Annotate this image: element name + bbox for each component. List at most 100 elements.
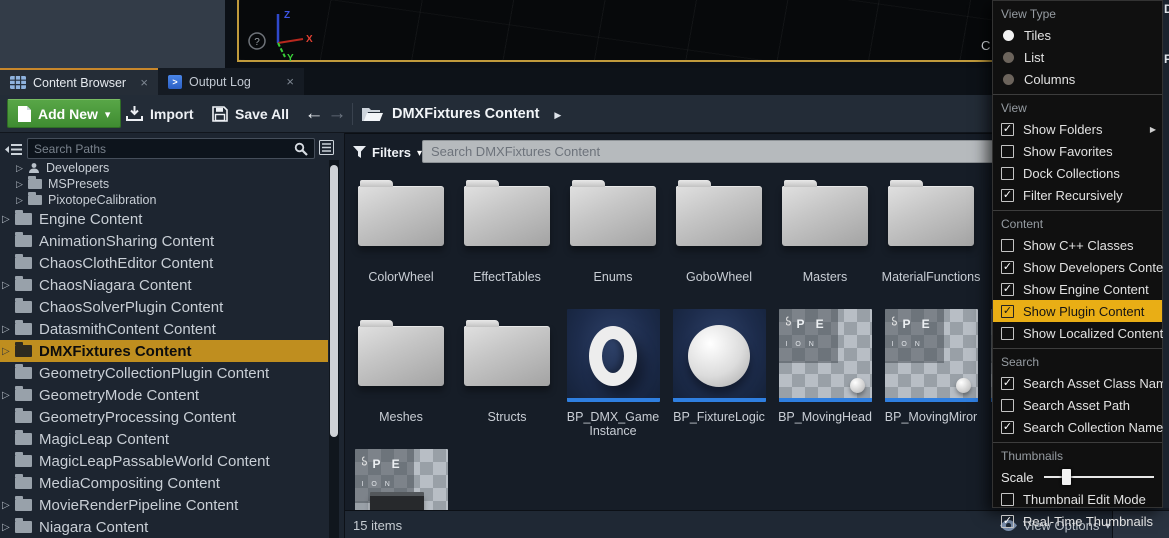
tree-item-datasmithcontent[interactable]: ▷ DatasmithContent Content (0, 318, 328, 340)
expander-icon[interactable]: ▷ (16, 195, 28, 206)
tree-item-niagara[interactable]: ▷ Niagara Content (0, 516, 328, 538)
tree-item-animationsharing[interactable]: AnimationSharing Content (0, 230, 328, 252)
tab-output-log[interactable]: Output Log (158, 68, 304, 95)
tree-item-dmxfixtures[interactable]: ▷ DMXFixtures Content (0, 340, 328, 362)
folder-tile-materialfunctions[interactable]: MaterialFunctions (878, 169, 984, 309)
back-arrow-icon[interactable] (303, 99, 325, 128)
radio-icon[interactable] (1003, 30, 1014, 41)
checkbox[interactable]: ✓ (1001, 123, 1014, 136)
asset-tile-bp-movingmiror[interactable]: P E I O N BP_MovingMiror (878, 309, 984, 449)
menu-item-search-asset-path[interactable]: Search Asset Path (993, 394, 1162, 416)
expander-icon[interactable]: ▷ (2, 324, 14, 335)
tree-item-magicleap[interactable]: MagicLeap Content (0, 428, 328, 450)
menu-item-realtime-thumbnails[interactable]: ✓ Real-Time Thumbnails (993, 510, 1162, 532)
tree-item-chaossolverplugin[interactable]: ChaosSolverPlugin Content (0, 296, 328, 318)
tree-item-mediacompositing[interactable]: MediaCompositing Content (0, 472, 328, 494)
close-icon[interactable] (286, 75, 294, 88)
menu-item-columns[interactable]: Columns (993, 68, 1162, 90)
menu-item-thumbnail-edit-mode[interactable]: Thumbnail Edit Mode (993, 488, 1162, 510)
checkbox[interactable] (1001, 493, 1014, 506)
menu-item-search-asset-class-names[interactable]: ✓ Search Asset Class Names (993, 372, 1162, 394)
tree-item-geometrymode[interactable]: ▷ GeometryMode Content (0, 384, 328, 406)
menu-item-tiles[interactable]: Tiles (993, 24, 1162, 46)
menu-item-filter-recursively[interactable]: ✓ Filter Recursively (993, 184, 1162, 206)
tree-item-magicleappassableworld[interactable]: MagicLeapPassableWorld Content (0, 450, 328, 472)
tree-item-movierenderpipeline[interactable]: ▷ MovieRenderPipeline Content (0, 494, 328, 516)
expander-icon[interactable]: ▷ (16, 163, 28, 174)
breadcrumb-caret-icon[interactable] (554, 105, 561, 123)
blueprint-thumbnail: P E I O N (355, 449, 448, 510)
checkbox[interactable] (1001, 327, 1014, 340)
checkbox[interactable] (1001, 145, 1014, 158)
expander-icon[interactable]: ▷ (2, 390, 14, 401)
menu-item-show-plugin-content[interactable]: ✓ Show Plugin Content (993, 300, 1162, 322)
import-button[interactable]: Import (120, 99, 200, 128)
menu-item-list[interactable]: List (993, 46, 1162, 68)
menu-item-show-engine-content[interactable]: ✓ Show Engine Content (993, 278, 1162, 300)
menu-item-show-favorites[interactable]: Show Favorites (993, 140, 1162, 162)
help-icon[interactable]: ? (254, 37, 260, 48)
expander-icon[interactable]: ▷ (2, 500, 14, 511)
folder-tile-enums[interactable]: Enums (560, 169, 666, 309)
forward-arrow-icon[interactable] (326, 99, 348, 128)
folder-tile-colorwheel[interactable]: ColorWheel (348, 169, 454, 309)
expander-icon[interactable]: ▷ (16, 179, 28, 190)
expander-icon[interactable]: ▷ (2, 214, 14, 225)
menu-item-search-collection-names[interactable]: ✓ Search Collection Names (993, 416, 1162, 438)
checkbox[interactable]: ✓ (1001, 305, 1014, 318)
folder-tile-gobowheel[interactable]: GoboWheel (666, 169, 772, 309)
collapse-sources-button[interactable] (3, 139, 24, 159)
radio-icon[interactable] (1003, 52, 1014, 63)
folder-tile-masters[interactable]: Masters (772, 169, 878, 309)
menu-item-show-developers-content[interactable]: ✓ Show Developers Content (993, 256, 1162, 278)
folder-tile-effecttables[interactable]: EffectTables (454, 169, 560, 309)
tree-item-geometryprocessing[interactable]: GeometryProcessing Content (0, 406, 328, 428)
asset-tile-bp-dmx-gameinstance[interactable]: BP_DMX_Game Instance (560, 309, 666, 449)
tree-item-developers[interactable]: ▷ Developers (0, 160, 328, 176)
asset-tile-photo[interactable]: P E I O N (348, 449, 454, 510)
view-options-menu: View Type Tiles List Columns View ✓ Show… (992, 0, 1163, 508)
checkbox[interactable]: ✓ (1001, 261, 1014, 274)
tree-item-mspresets[interactable]: ▷ MSPresets (0, 176, 328, 192)
save-all-button[interactable]: Save All (206, 99, 295, 128)
filters-button[interactable]: Filters (353, 140, 422, 164)
sidebar-scrollbar[interactable] (329, 160, 339, 538)
menu-item-show-cpp-classes[interactable]: Show C++ Classes (993, 234, 1162, 256)
expander-icon[interactable]: ▷ (2, 522, 14, 533)
tree-item-pixotopecalibration[interactable]: ▷ PixotopeCalibration (0, 192, 328, 208)
menu-item-show-localized-content[interactable]: Show Localized Content (993, 322, 1162, 344)
tab-content-browser[interactable]: Content Browser (0, 68, 158, 95)
checkbox[interactable] (1001, 167, 1014, 180)
checkbox[interactable] (1001, 239, 1014, 252)
add-new-button[interactable]: Add New (7, 99, 121, 128)
folder-tile-meshes[interactable]: Meshes (348, 309, 454, 449)
asset-tile-bp-fixturelogic[interactable]: BP_FixtureLogic (666, 309, 772, 449)
search-paths-input[interactable] (27, 138, 315, 159)
menu-item-dock-collections[interactable]: Dock Collections (993, 162, 1162, 184)
tree-item-engine-content[interactable]: ▷ Engine Content (0, 208, 328, 230)
new-asset-icon (18, 106, 31, 122)
checkbox[interactable]: ✓ (1001, 283, 1014, 296)
scrollbar-thumb[interactable] (330, 165, 338, 437)
paths-view-mode-button[interactable] (319, 140, 339, 159)
folder-icon (888, 186, 974, 246)
expander-icon[interactable]: ▷ (2, 346, 14, 357)
close-icon[interactable] (140, 76, 148, 89)
thumbnail-scale-row: Scale (993, 466, 1162, 488)
folder-tile-structs[interactable]: Structs (454, 309, 560, 449)
checkbox[interactable] (1001, 399, 1014, 412)
radio-icon[interactable] (1003, 74, 1014, 85)
scale-slider[interactable] (1044, 476, 1154, 478)
expander-icon[interactable]: ▷ (2, 280, 14, 291)
tree-item-chaosniagara[interactable]: ▷ ChaosNiagara Content (0, 274, 328, 296)
breadcrumb[interactable]: DMXFixtures Content (362, 99, 561, 128)
tree-item-geometrycollectionplugin[interactable]: GeometryCollectionPlugin Content (0, 362, 328, 384)
asset-tile-bp-movinghead[interactable]: P E I O N BP_MovingHead (772, 309, 878, 449)
checkbox[interactable]: ✓ (1001, 189, 1014, 202)
checkbox[interactable]: ✓ (1001, 421, 1014, 434)
menu-item-show-folders[interactable]: ✓ Show Folders (993, 118, 1162, 140)
checkbox[interactable]: ✓ (1001, 377, 1014, 390)
checkbox[interactable]: ✓ (1001, 515, 1014, 528)
tree-item-chaosclotheditor[interactable]: ChaosClothEditor Content (0, 252, 328, 274)
slider-thumb[interactable] (1062, 469, 1071, 485)
